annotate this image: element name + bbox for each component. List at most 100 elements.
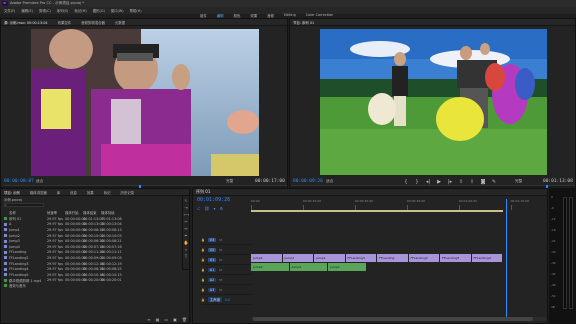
razor-tool-icon[interactable]: ✂ [184,219,189,224]
text-tool-icon[interactable]: T [184,254,189,259]
timeline-scrollbar[interactable] [251,317,547,321]
video-clip[interactable]: FFLanding4 [471,254,502,262]
list-item[interactable]: 音效与音乐 [1,283,191,289]
menu-item-7[interactable]: 帮助(H) [130,8,142,13]
lock-icon[interactable]: 🔒 [201,278,205,282]
lock-icon[interactable]: 🔒 [201,268,205,272]
mute-icon[interactable]: M [219,278,222,282]
video-clip[interactable]: FFLanding3 [345,254,376,262]
tab-2[interactable]: 音频剪辑混合器 [81,20,105,25]
pen-tool-icon[interactable]: ✒ [184,233,189,238]
linked-selection-icon[interactable]: ⛓ [204,206,209,211]
tab-1[interactable]: 效果控件 [58,20,72,25]
mute-icon[interactable]: M [219,238,222,242]
step-back-icon[interactable]: ◂| [426,179,431,185]
menu-item-2[interactable]: 剪辑(C) [39,8,51,13]
snap-icon[interactable]: ⊂ [197,206,200,211]
menu-item-1[interactable]: 编辑(E) [21,8,33,13]
work-area-bar[interactable] [251,210,503,212]
timeline-settings-icon[interactable]: ⚙ [219,206,223,211]
audio-clip[interactable]: Jump1 [328,263,366,271]
workspace-tab-2[interactable]: 颜色 [234,13,241,18]
clear-icon[interactable]: 🗑 [182,317,187,324]
video-clip[interactable]: FFLanding [377,254,408,262]
column-header-4[interactable]: 媒体持续 [101,210,119,215]
lock-icon[interactable]: 🔒 [201,238,205,242]
column-header-2[interactable]: 媒体开始 [65,210,83,215]
timeline-ruler[interactable]: 00:00 00:00:15:00 00:00:30:00 00:00:45:00 00… [251,197,547,211]
tab-5[interactable]: 标记 [104,190,111,195]
scroll-thumb[interactable] [253,317,533,321]
mark-out-icon[interactable]: } [415,179,420,185]
tab-0[interactable]: 源: 示例.mov: 00:00:13:04 [4,20,48,25]
ripple-edit-icon[interactable]: ⟷ [184,212,190,217]
lock-icon[interactable]: 🔒 [201,258,205,262]
workspace-tab-3[interactable]: 效果 [250,13,257,18]
timeline-timecode[interactable]: 00:01:09:26 [197,197,230,203]
lift-icon[interactable]: ⇧ [459,179,464,185]
timeline-playhead[interactable] [505,199,507,321]
column-header-3[interactable]: 媒体结束 [83,210,101,215]
source-fit-dropdown[interactable]: 适合 [36,179,43,184]
new-bin-icon[interactable]: ▭ [164,317,168,324]
video-clip[interactable]: Jump2 [282,254,313,262]
hand-tool-icon[interactable]: ✋ [184,240,189,245]
tab-3[interactable]: 信息 [70,190,77,195]
master-value[interactable]: 0.0 [225,298,230,302]
menu-item-4[interactable]: 标记(M) [74,8,86,13]
workspace-tab-5[interactable]: Editing [284,13,296,17]
source-quality-dropdown[interactable]: 完整 [226,179,233,184]
lock-icon[interactable]: 🔒 [201,288,205,292]
tab-2[interactable]: 库 [57,190,60,195]
step-forward-icon[interactable]: |▸ [448,179,453,185]
slip-tool-icon[interactable]: ↔ [184,226,189,231]
workspace-tab-4[interactable]: 音频 [267,13,274,18]
mute-icon[interactable]: M [219,248,222,252]
track-label[interactable]: V3 [207,237,217,242]
workspace-tab-0[interactable]: 组件 [200,13,207,18]
play-icon[interactable]: ▶ [437,179,442,185]
workspace-tab-1[interactable]: 编辑 [217,13,224,18]
export-frame-icon[interactable]: ◙ [481,179,486,185]
tab-3[interactable]: 元数据 [115,20,125,25]
column-header-1[interactable]: 帧速率 [47,210,65,215]
source-timecode[interactable]: 00:00:08:07 [4,179,34,184]
search-input[interactable] [4,203,44,207]
mute-icon[interactable]: M [219,288,222,292]
mute-icon[interactable]: M [219,258,222,262]
track-label[interactable]: V2 [207,247,217,252]
extract-icon[interactable]: ⇪ [470,179,475,185]
list-view-icon[interactable]: ≡ [147,317,150,324]
video-clip[interactable]: FFLanding2 [408,254,439,262]
track-select-icon[interactable]: ⇥ [184,205,189,210]
program-timecode[interactable]: 00:00:09:26 [293,179,323,184]
menu-item-0[interactable]: 文件(F) [4,8,15,13]
mute-icon[interactable]: M [219,268,222,272]
video-clip[interactable]: Jump1 [314,254,345,262]
tab-1[interactable]: 媒体浏览器 [30,190,47,195]
lock-icon[interactable]: 🔒 [201,298,205,302]
lock-icon[interactable]: 🔒 [201,248,205,252]
video-clip[interactable]: Jump4 [251,254,282,262]
zoom-tool-icon[interactable]: ⌕ [184,247,189,252]
audio-clip[interactable]: Jump4 [251,263,289,271]
track-label[interactable]: A3 [207,287,217,292]
icon-view-icon[interactable]: ▦ [156,317,160,324]
video-clip[interactable]: FFLanding5 [440,254,471,262]
add-marker-icon[interactable]: ▾ [213,206,215,211]
track-label[interactable]: 主声道 [207,297,222,302]
menu-item-3[interactable]: 序列(S) [57,8,69,13]
menu-item-5[interactable]: 图形(G) [93,8,105,13]
column-header-0[interactable]: 名称 [9,210,47,215]
track-label[interactable]: A2 [207,277,217,282]
tab-0[interactable]: 项目: 示例 [4,190,20,195]
new-item-icon[interactable]: ▣ [173,317,177,324]
menu-item-6[interactable]: 窗口(W) [111,8,124,13]
tab-6[interactable]: 历史记录 [120,190,134,195]
tab-0[interactable]: 节目: 序列 01 [293,20,314,25]
audio-clip[interactable]: Jump2 [289,263,328,271]
mark-in-icon[interactable]: { [404,179,409,185]
tab-4[interactable]: 效果 [87,190,94,195]
selection-tool-icon[interactable]: ↖ [184,198,189,203]
track-label[interactable]: V1 [207,257,217,262]
